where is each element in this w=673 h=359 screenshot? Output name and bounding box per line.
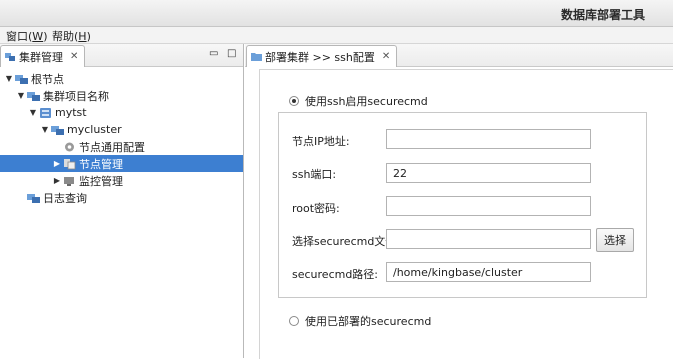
node-ip-input[interactable] (386, 129, 591, 149)
tree-node-common-config[interactable]: 节点通用配置 (0, 138, 243, 155)
securecmd-file-input[interactable] (386, 229, 591, 249)
close-icon[interactable]: ✕ (70, 51, 78, 62)
radio-dot-checked[interactable] (289, 96, 299, 106)
cluster-management-panel: 集群管理 ✕ ▭ □ ▼ 根节点 ▼ 集群项目名称 ▼ mytst ▼ mycl… (0, 44, 244, 358)
tab-cluster-label: 集群管理 (19, 50, 63, 64)
minimize-icon[interactable]: ▭ (209, 48, 218, 59)
cluster-tab-icon (5, 51, 16, 62)
radio-use-deployed[interactable]: 使用已部署的securecmd (289, 313, 431, 329)
expanded-arrow-icon[interactable]: ▼ (40, 125, 50, 134)
expanded-arrow-icon[interactable]: ▼ (4, 74, 14, 83)
expanded-arrow-icon[interactable]: ▼ (16, 91, 26, 100)
ssh-config-form: 使用ssh启用securecmd 节点IP地址: ssh端口: root密码: … (259, 69, 673, 359)
cluster-tab-header: 集群管理 ✕ ▭ □ (0, 44, 243, 67)
node-ip-label: 节点IP地址: (292, 135, 350, 148)
securecmd-file-label: 选择securecmd文件: (292, 235, 401, 248)
tree-node-log-query[interactable]: 日志查询 (0, 189, 243, 206)
tab-ssh-config[interactable]: 部署集群 >> ssh配置 ✕ (246, 45, 398, 67)
radio-use-ssh-label: 使用ssh启用securecmd (305, 95, 428, 108)
node-icon (63, 158, 76, 170)
menu-bar: 窗口(W) 帮助(H) (0, 27, 673, 44)
tree-node-root[interactable]: ▼ 根节点 (0, 70, 243, 87)
radio-use-ssh[interactable]: 使用ssh启用securecmd (289, 93, 428, 109)
ssh-settings-group: 节点IP地址: ssh端口: root密码: 选择securecmd文件: 选择… (278, 112, 647, 298)
root-password-label: root密码: (292, 202, 340, 215)
tab-ssh-config-label: 部署集群 >> ssh配置 (265, 50, 375, 64)
window-title-bar: 数据库部署工具 (0, 0, 673, 27)
tree-node-label: 节点管理 (79, 157, 123, 171)
tree-node-label: 日志查询 (43, 191, 87, 205)
tree-node-label: 监控管理 (79, 174, 123, 188)
collapsed-arrow-icon[interactable]: ▶ (52, 176, 62, 185)
root-password-input[interactable] (386, 196, 591, 216)
editor-tab-header: 部署集群 >> ssh配置 ✕ (245, 44, 673, 67)
cluster-icon (51, 124, 64, 136)
ssh-port-label: ssh端口: (292, 168, 337, 181)
securecmd-path-label: securecmd路径: (292, 268, 379, 281)
tab-cluster-management[interactable]: 集群管理 ✕ (0, 45, 86, 67)
folder-icon (251, 51, 262, 62)
menu-help[interactable]: 帮助(H) (52, 28, 91, 44)
tree-node-project[interactable]: ▼ 集群项目名称 (0, 87, 243, 104)
tree-node-label: 节点通用配置 (79, 140, 145, 154)
collapsed-arrow-icon[interactable]: ▶ (52, 159, 62, 168)
securecmd-path-input[interactable] (386, 262, 591, 282)
choose-file-button[interactable]: 选择 (596, 228, 634, 252)
app-title: 数据库部署工具 (560, 8, 645, 22)
tree-node-label: mycluster (67, 123, 122, 136)
tree-node-mycluster[interactable]: ▼ mycluster (0, 121, 243, 138)
maximize-icon[interactable]: □ (227, 48, 236, 59)
ssh-config-panel: 部署集群 >> ssh配置 ✕ 使用ssh启用securecmd 节点IP地址:… (245, 44, 673, 359)
ssh-port-input[interactable] (386, 163, 591, 183)
monitor-icon (63, 175, 76, 187)
tree-node-mytst[interactable]: ▼ mytst (0, 104, 243, 121)
tree-node-label: mytst (55, 106, 87, 119)
tree-node-monitoring[interactable]: ▶ 监控管理 (0, 172, 243, 189)
expanded-arrow-icon[interactable]: ▼ (28, 108, 38, 117)
tree-node-label: 集群项目名称 (43, 89, 109, 103)
folder-icon (27, 192, 40, 204)
menu-window[interactable]: 窗口(W) (6, 28, 47, 44)
tree-node-label: 根节点 (31, 72, 64, 86)
tree-node-node-management[interactable]: ▶ 节点管理 (0, 155, 243, 172)
close-icon[interactable]: ✕ (382, 51, 390, 62)
radio-use-deployed-label: 使用已部署的securecmd (305, 315, 432, 328)
database-icon (39, 107, 52, 119)
folder-icon (15, 73, 28, 85)
radio-dot-unchecked[interactable] (289, 316, 299, 326)
gear-icon (63, 141, 76, 153)
folder-icon (27, 90, 40, 102)
